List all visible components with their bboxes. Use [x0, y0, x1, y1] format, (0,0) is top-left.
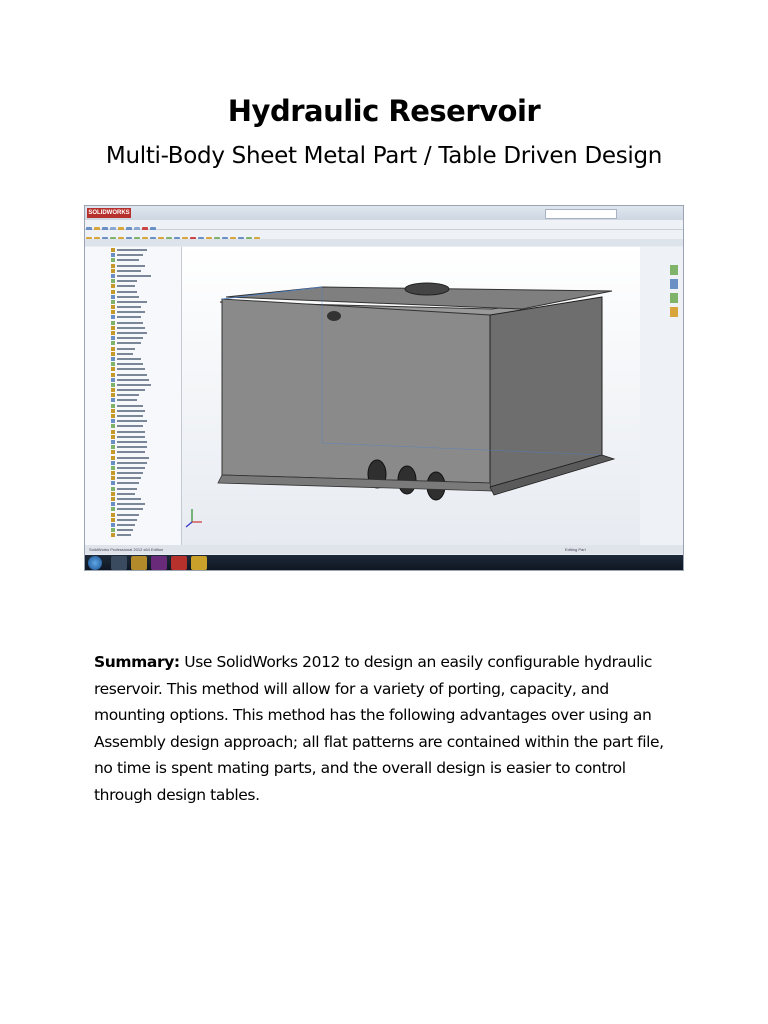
tree-row	[111, 532, 181, 538]
status-bar: SolidWorks Professional 2012 x64 Edition…	[85, 545, 683, 554]
status-right: Editing Part	[565, 547, 586, 552]
summary-paragraph: Summary: Use SolidWorks 2012 to design a…	[94, 649, 684, 808]
chrome-icon	[191, 556, 207, 570]
summary-text: Use SolidWorks 2012 to design an easily …	[94, 653, 664, 804]
app-logo: SOLIDWORKS	[87, 208, 131, 218]
explorer-icon	[111, 556, 127, 570]
start-icon	[88, 556, 102, 570]
folder-icon	[131, 556, 147, 570]
page-title: Hydraulic Reservoir	[227, 94, 541, 128]
solidworks-icon	[171, 556, 187, 570]
command-manager-tabs: Features Sketch Sheet Metal Weldments Di…	[85, 239, 683, 254]
reservoir-model	[185, 282, 616, 528]
search-field	[545, 209, 617, 219]
app-icon	[151, 556, 167, 570]
summary-label: Summary:	[94, 653, 180, 671]
feature-tree	[85, 247, 182, 545]
task-pane	[640, 247, 683, 545]
graphics-viewport	[182, 247, 640, 545]
window-titlebar: SOLIDWORKS	[85, 206, 683, 220]
menu-toolbar	[85, 220, 683, 233]
status-left: SolidWorks Professional 2012 x64 Edition	[89, 547, 164, 552]
solidworks-screenshot: SOLIDWORKS Features Sketch Sheet Metal W…	[84, 205, 684, 571]
windows-taskbar	[85, 555, 683, 570]
page-subtitle: Multi-Body Sheet Metal Part / Table Driv…	[105, 143, 663, 169]
